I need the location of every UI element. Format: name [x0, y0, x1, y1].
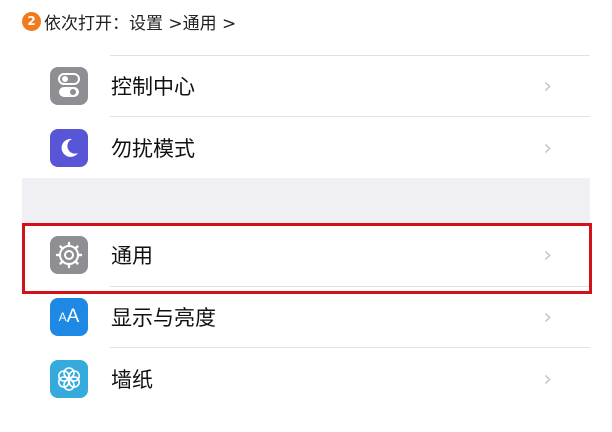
settings-row-do-not-disturb[interactable]: 勿扰模式 › — [22, 117, 590, 179]
step-text: 依次打开：设置 >通用 > — [44, 13, 237, 34]
settings-row-label: 墙纸 — [111, 368, 153, 392]
step-instruction: 2 依次打开：设置 >通用 > — [22, 8, 236, 34]
control-center-icon — [50, 67, 88, 105]
chevron-right-icon: › — [543, 73, 552, 99]
settings-row-label: 通用 — [111, 244, 153, 268]
settings-row-wallpaper[interactable]: 墙纸 › — [22, 348, 590, 410]
moon-icon — [50, 129, 88, 167]
settings-group-2: 通用 › AA 显示与亮度 › 墙纸 › — [22, 224, 590, 410]
settings-row-label: 控制中心 — [111, 75, 195, 99]
text-size-icon: AA — [50, 298, 88, 336]
chevron-right-icon: › — [543, 304, 552, 330]
settings-row-general[interactable]: 通用 › — [22, 224, 590, 286]
settings-row-display-brightness[interactable]: AA 显示与亮度 › — [22, 286, 590, 348]
chevron-right-icon: › — [543, 366, 552, 392]
step-number-badge: 2 — [22, 11, 41, 31]
settings-group-1: 控制中心 › 勿扰模式 › — [22, 55, 590, 179]
chevron-right-icon: › — [543, 135, 552, 161]
settings-row-label: 显示与亮度 — [111, 306, 216, 330]
flower-icon — [50, 360, 88, 398]
settings-row-label: 勿扰模式 — [111, 137, 195, 161]
section-gap — [22, 178, 590, 224]
gear-icon — [50, 236, 88, 274]
chevron-right-icon: › — [543, 242, 552, 268]
settings-row-control-center[interactable]: 控制中心 › — [22, 55, 590, 117]
